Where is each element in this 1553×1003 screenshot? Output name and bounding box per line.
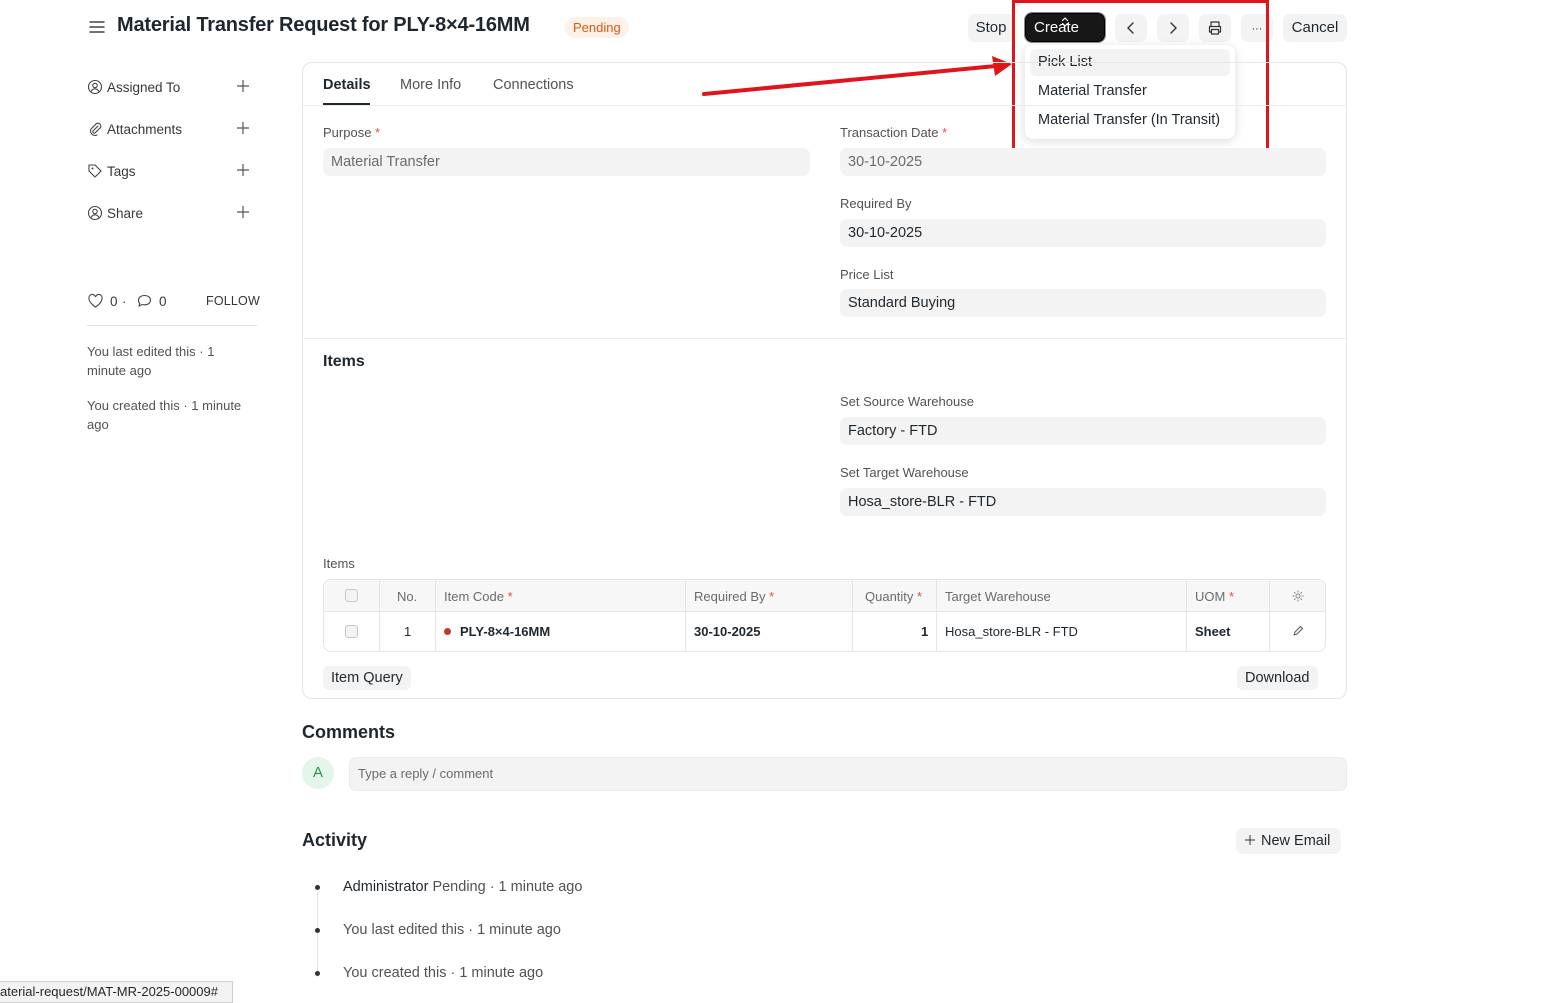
sidebar-item-label: Share: [107, 206, 144, 221]
new-email-button[interactable]: New Email: [1236, 828, 1341, 854]
comment-icon[interactable]: [136, 293, 153, 309]
column-header-no: No.: [397, 589, 418, 604]
form-card: Details More Info Connections Purpose * …: [302, 62, 1347, 699]
active-tab-indicator: [323, 103, 370, 105]
purpose-label: Purpose *: [323, 125, 381, 140]
column-divider: [852, 580, 853, 651]
menu-icon[interactable]: [88, 18, 106, 36]
tab-connections[interactable]: Connections: [493, 77, 574, 93]
edit-pencil-icon[interactable]: [1292, 625, 1304, 637]
cell-quantity[interactable]: 1: [921, 624, 928, 639]
heart-icon[interactable]: [87, 293, 104, 309]
timeline-line: [317, 892, 318, 977]
sidebar-item-label: Assigned To: [107, 80, 181, 95]
share-user-icon: [87, 205, 103, 221]
gear-icon[interactable]: [1291, 589, 1305, 603]
items-table-label: Items: [323, 556, 355, 571]
plus-icon: [1245, 835, 1255, 845]
required-by-field[interactable]: 30-10-2025: [840, 219, 1326, 247]
new-email-label: New Email: [1261, 833, 1331, 849]
last-edited-note: You last edited this · 1 minute ago: [87, 344, 215, 378]
separator-dot: ·: [122, 294, 127, 309]
stop-button[interactable]: Stop: [968, 14, 1014, 42]
paperclip-icon: [90, 122, 102, 136]
section-divider: [303, 338, 1346, 339]
column-divider: [685, 580, 686, 651]
items-table: No. Item Code * Required By * Quantity *…: [323, 579, 1326, 652]
tag-icon: [88, 164, 102, 178]
engagement-row: 0 · 0 FOLLOW: [87, 292, 260, 312]
tab-more-info[interactable]: More Info: [400, 77, 461, 93]
created-note: You created this · 1 minute ago: [87, 398, 242, 432]
sidebar-item-label: Tags: [107, 164, 136, 179]
avatar: A: [302, 757, 334, 789]
plus-icon[interactable]: [235, 120, 251, 136]
items-section-title: Items: [323, 353, 365, 370]
purpose-field[interactable]: Material Transfer: [323, 148, 810, 176]
cell-required-by[interactable]: 30-10-2025: [694, 624, 761, 639]
user-assign-icon: [87, 79, 103, 95]
status-dot: [444, 628, 451, 635]
column-header-quantity: Quantity *: [865, 589, 923, 604]
download-button[interactable]: Download: [1237, 666, 1318, 690]
source-warehouse-field[interactable]: Factory - FTD: [840, 417, 1326, 445]
column-header-item-code: Item Code *: [444, 589, 513, 604]
row-checkbox[interactable]: [345, 625, 358, 638]
transaction-date-label: Transaction Date *: [840, 125, 948, 140]
cancel-button[interactable]: Cancel: [1283, 14, 1347, 42]
table-row[interactable]: 1 PLY-8×4-16MM 30-10-2025 1 Hosa_store-B…: [324, 612, 1325, 651]
price-list-field[interactable]: Standard Buying: [840, 289, 1326, 317]
plus-icon[interactable]: [235, 78, 251, 94]
column-divider: [379, 580, 380, 651]
timeline-dot: [315, 928, 320, 933]
plus-icon[interactable]: [235, 204, 251, 220]
cell-item-code[interactable]: PLY-8×4-16MM: [444, 624, 550, 639]
cell-target-warehouse[interactable]: Hosa_store-BLR - FTD: [945, 624, 1078, 639]
activity-entry: You last edited this · 1 minute ago: [343, 922, 561, 938]
column-divider: [1269, 580, 1270, 651]
page-title: Material Transfer Request for PLY-8×4-16…: [117, 14, 530, 36]
transaction-date-field[interactable]: 30-10-2025: [840, 148, 1326, 176]
item-query-button[interactable]: Item Query: [323, 666, 411, 690]
plus-icon[interactable]: [235, 162, 251, 178]
sidebar-item-tags[interactable]: Tags: [87, 162, 257, 182]
column-header-target-warehouse: Target Warehouse: [945, 589, 1051, 604]
target-warehouse-field[interactable]: Hosa_store-BLR - FTD: [840, 488, 1326, 516]
activity-entry: Administrator Pending · 1 minute ago: [343, 879, 583, 895]
activity-entry: You created this · 1 minute ago: [343, 965, 544, 981]
price-list-label: Price List: [840, 267, 894, 282]
target-warehouse-label: Set Target Warehouse: [840, 465, 969, 480]
cell-no: 1: [404, 624, 412, 639]
timeline-dot: [315, 885, 320, 890]
column-header-required-by: Required By *: [694, 589, 775, 604]
select-all-checkbox[interactable]: [345, 589, 358, 602]
comment-input[interactable]: Type a reply / comment: [349, 757, 1347, 791]
sidebar-divider: [87, 325, 257, 326]
column-divider: [1186, 580, 1187, 651]
table-header: No. Item Code * Required By * Quantity *…: [324, 580, 1325, 612]
source-warehouse-label: Set Source Warehouse: [840, 394, 974, 409]
like-count: 0: [110, 294, 118, 309]
sidebar-item-label: Attachments: [107, 122, 183, 137]
sidebar-item-share[interactable]: Share: [87, 204, 257, 224]
comments-title: Comments: [302, 722, 396, 742]
follow-button[interactable]: FOLLOW: [206, 294, 260, 308]
tabs-divider: [303, 105, 1346, 106]
column-header-uom: UOM *: [1195, 589, 1235, 604]
activity-title: Activity: [302, 830, 368, 850]
column-divider: [936, 580, 937, 651]
status-bar-url: aterial-request/MAT-MR-2025-00009#: [0, 981, 233, 1003]
status-badge: Pending: [565, 17, 629, 38]
required-by-label: Required By: [840, 196, 912, 211]
cell-uom[interactable]: Sheet: [1195, 624, 1230, 639]
comment-count: 0: [159, 294, 167, 309]
timeline-dot: [315, 971, 320, 976]
column-divider: [435, 580, 436, 651]
sidebar-item-attachments[interactable]: Attachments: [87, 120, 257, 140]
sidebar-item-assigned-to[interactable]: Assigned To: [87, 78, 257, 98]
tab-details[interactable]: Details: [323, 77, 371, 93]
